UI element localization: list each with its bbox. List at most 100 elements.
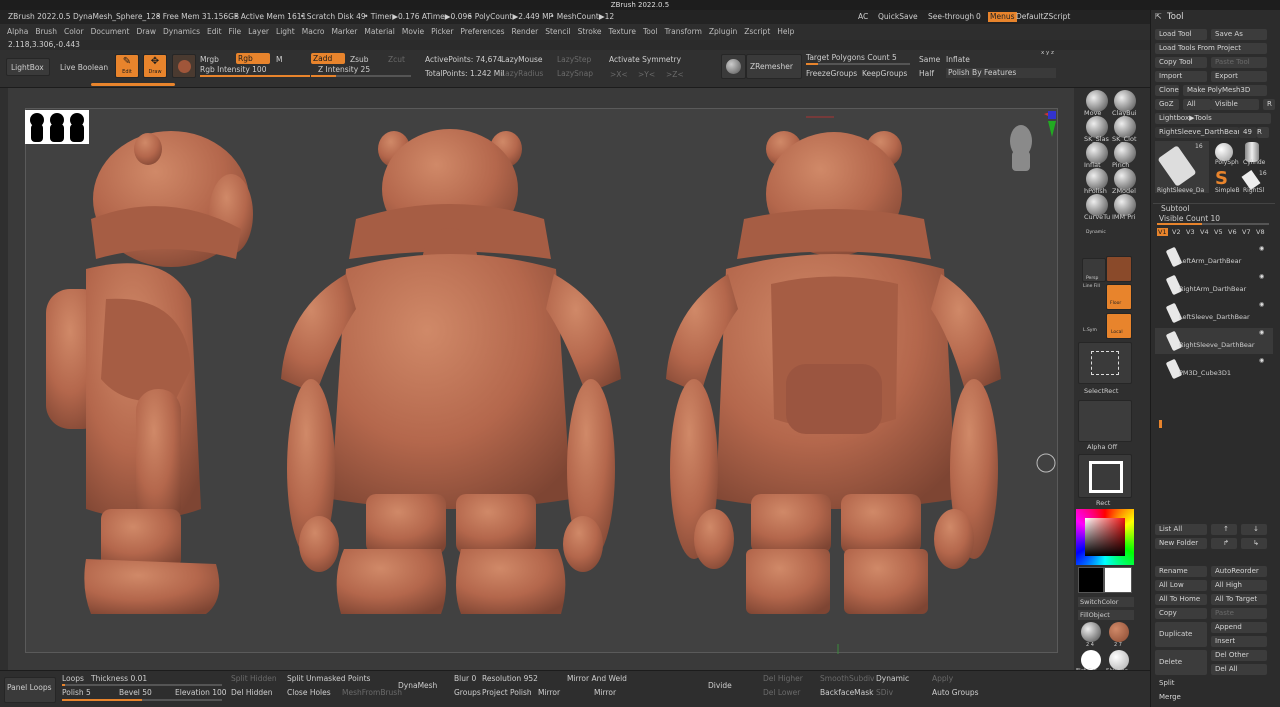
backface-mask-button[interactable]: BackfaceMask [820, 688, 874, 697]
menu-zplugin[interactable]: Zplugin [709, 27, 737, 36]
menu-stencil[interactable]: Stencil [545, 27, 570, 36]
current-tool-number[interactable]: 49 [1239, 127, 1257, 138]
lightbox-button[interactable]: LightBox [11, 63, 44, 72]
make-polymesh3d-button[interactable]: Make PolyMesh3D [1183, 85, 1267, 96]
menu-brush[interactable]: Brush [35, 27, 57, 36]
rgb-intensity-slider[interactable] [200, 75, 310, 77]
dynamic-subdiv-button[interactable]: Dynamic [876, 674, 909, 683]
menu-movie[interactable]: Movie [402, 27, 424, 36]
menu-tool[interactable]: Tool [643, 27, 658, 36]
symmetry-y-button[interactable]: >Y< [638, 70, 655, 79]
thickness-slider[interactable]: Thickness 0.01 [91, 674, 147, 683]
lightbox-tools-button[interactable]: Lightbox▶Tools [1155, 113, 1271, 124]
resolution-slider[interactable]: Resolution 952 [482, 674, 538, 683]
document-canvas[interactable] [25, 97, 1058, 669]
goz-r-button[interactable]: R [1263, 99, 1275, 110]
mask-button[interactable] [1106, 256, 1132, 282]
inflate-slider[interactable]: Inflate [946, 55, 970, 64]
paste-subtool-button[interactable]: Paste [1211, 608, 1267, 619]
menu-material[interactable]: Material [364, 27, 394, 36]
split-section[interactable]: Split [1155, 678, 1271, 689]
color-picker[interactable] [1076, 509, 1134, 565]
close-holes-button[interactable]: Close Holes [287, 688, 331, 697]
polish-by-features-button[interactable]: Polish By Features [946, 68, 1056, 78]
split-unmasked-points-button[interactable]: Split Unmasked Points [287, 674, 370, 683]
subtool-version-v7[interactable]: V7 [1241, 228, 1252, 236]
activate-symmetry-button[interactable]: Activate Symmetry [609, 55, 681, 64]
del-all-button[interactable]: Del All [1211, 664, 1267, 675]
append-button[interactable]: Append [1211, 622, 1267, 633]
import-button[interactable]: Import [1155, 71, 1207, 82]
menu-dynamics[interactable]: Dynamics [163, 27, 200, 36]
subtool-item[interactable]: RightArm_DarthBear ◉ [1155, 272, 1273, 298]
quicksave-button[interactable]: QuickSave [878, 10, 918, 24]
folder-down-button[interactable]: ↳ [1241, 538, 1267, 549]
goz-button[interactable]: GoZ [1155, 99, 1179, 110]
subtool-header[interactable]: Subtool [1161, 204, 1189, 213]
all-to-home-button[interactable]: All To Home [1155, 594, 1207, 605]
menu-file[interactable]: File [229, 27, 242, 36]
project-button[interactable]: Project [482, 688, 508, 697]
skinshade-material[interactable] [1109, 650, 1129, 670]
ac-button[interactable]: AC [858, 10, 868, 24]
menu-stroke[interactable]: Stroke [578, 27, 602, 36]
copy-tool-button[interactable]: Copy Tool [1155, 57, 1207, 68]
menu-color[interactable]: Color [64, 27, 84, 36]
m-button[interactable]: M [276, 55, 282, 64]
del-other-button[interactable]: Del Other [1211, 650, 1267, 661]
subtool-version-v2[interactable]: V2 [1171, 228, 1182, 236]
menus-toggle[interactable]: Menus [988, 12, 1017, 22]
menu-zscript[interactable]: Zscript [744, 27, 770, 36]
thickness-track[interactable] [62, 684, 222, 686]
live-boolean-button[interactable]: Live Boolean [60, 63, 108, 72]
paste-tool-button[interactable]: Paste Tool [1211, 57, 1267, 68]
bevel-slider[interactable]: Bevel 50 [119, 688, 152, 697]
export-button[interactable]: Export [1211, 71, 1267, 82]
zcut-button[interactable]: Zcut [388, 55, 405, 64]
smooth-subdiv-button[interactable]: SmoothSubdiv [820, 674, 875, 683]
subtool-version-v6[interactable]: V6 [1227, 228, 1238, 236]
groups-button[interactable]: Groups [454, 688, 481, 697]
menu-help[interactable]: Help [777, 27, 794, 36]
freeze-groups-button[interactable]: FreezeGroups [806, 69, 857, 78]
subtool-item[interactable]: PM3D_Cube3D1 ◉ [1155, 356, 1273, 382]
load-tool-button[interactable]: Load Tool [1155, 29, 1207, 40]
elevation-slider[interactable]: Elevation 100 [175, 688, 227, 697]
simplebrush-tool-thumb[interactable]: S [1215, 168, 1228, 189]
menu-preferences[interactable]: Preferences [460, 27, 504, 36]
subtool-item[interactable]: RightSleeve_DarthBear ◉ [1155, 328, 1273, 354]
zadd-button[interactable]: Zadd [311, 53, 345, 64]
switch-color-button[interactable]: SwitchColor [1078, 597, 1134, 607]
dynamesh-button[interactable]: DynaMesh [398, 681, 437, 690]
keep-groups-button[interactable]: KeepGroups [862, 69, 907, 78]
texture-button[interactable] [1078, 454, 1132, 498]
menu-macro[interactable]: Macro [302, 27, 325, 36]
left-tray[interactable] [0, 88, 8, 670]
loops-slider[interactable]: Loops [62, 674, 84, 683]
zremesher-icon-button[interactable] [721, 54, 746, 79]
all-low-button[interactable]: All Low [1155, 580, 1207, 591]
local-button[interactable] [1106, 313, 1132, 339]
edit-mode-button[interactable]: ✎ Edit [115, 54, 139, 78]
subtool-version-v8[interactable]: V8 [1255, 228, 1266, 236]
mesh-from-brush-button[interactable]: MeshFromBrush [342, 688, 402, 697]
mirror-button-1[interactable]: Mirror [538, 688, 560, 697]
goz-visible-button[interactable]: Visible [1211, 99, 1259, 110]
load-tools-from-project-button[interactable]: Load Tools From Project [1155, 43, 1267, 54]
visible-count-slider[interactable]: Visible Count 10 [1159, 214, 1220, 223]
panel-loops-button[interactable]: Panel Loops [7, 683, 52, 692]
delete-button[interactable]: Delete [1155, 650, 1207, 675]
menu-document[interactable]: Document [91, 27, 130, 36]
sdiv-slider[interactable]: SDiv [876, 688, 893, 697]
subtool-item[interactable]: LeftArm_DarthBear ◉ [1155, 244, 1273, 270]
menu-edit[interactable]: Edit [207, 27, 222, 36]
auto-groups-button[interactable]: Auto Groups [932, 688, 979, 697]
lazysnap-slider[interactable]: LazySnap [557, 69, 593, 78]
merge-section[interactable]: Merge [1155, 692, 1271, 703]
visible-count-track[interactable] [1157, 223, 1269, 225]
zremesher-button[interactable]: ZRemesher [750, 62, 793, 71]
move-down-button[interactable]: ↓ [1241, 524, 1267, 535]
divide-button[interactable]: Divide [708, 681, 732, 690]
copy-subtool-button[interactable]: Copy [1155, 608, 1207, 619]
subtool-version-v3[interactable]: V3 [1185, 228, 1196, 236]
